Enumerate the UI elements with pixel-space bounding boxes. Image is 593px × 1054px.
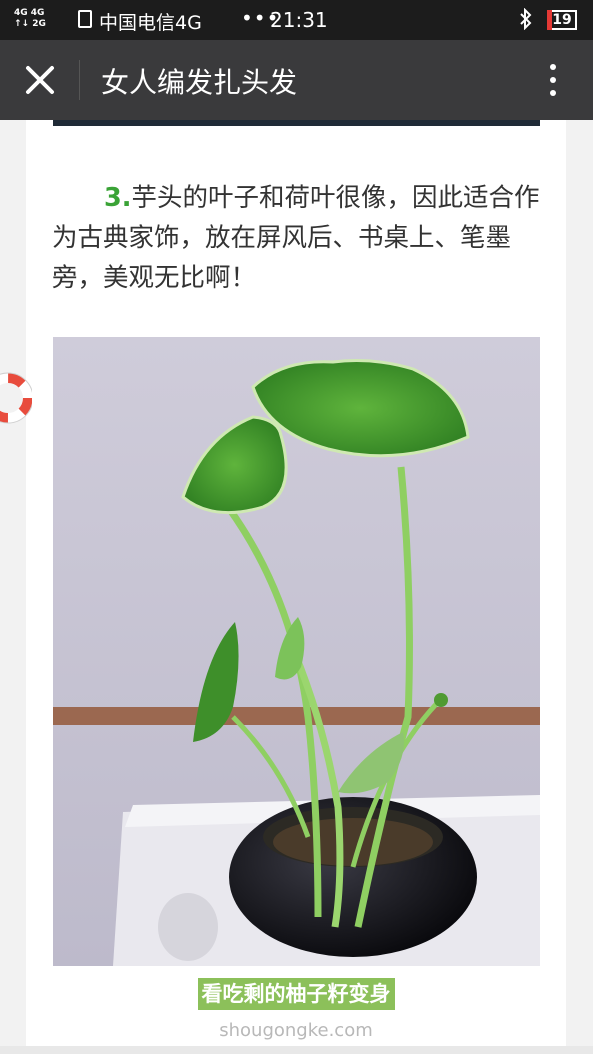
article-paragraph: 3.芋头的叶子和荷叶很像，因此适合作为古典家饰，放在屏风后、书桌上、笔墨旁，美观… — [52, 178, 542, 298]
title-bar: 女人编发扎头发 — [0, 40, 593, 120]
step-number: 3. — [104, 183, 132, 213]
network-type-bottom: ↑↓ 2G — [14, 19, 46, 29]
previous-image-edge — [53, 120, 540, 126]
carrier-name: 中国电信4G — [99, 12, 202, 34]
status-bar: 4G 4G ↑↓ 2G 中国电信4G ••• 21:31 19 — [0, 0, 593, 40]
title-divider — [79, 60, 80, 100]
page-bottom-edge — [0, 1046, 593, 1054]
page-title: 女人编发扎头发 — [101, 66, 298, 99]
close-button[interactable] — [18, 58, 62, 102]
life-buoy-button[interactable] — [0, 372, 34, 424]
bluetooth-icon — [518, 7, 534, 35]
article-content[interactable]: 3.芋头的叶子和荷叶很像，因此适合作为古典家饰，放在屏风后、书桌上、笔墨旁，美观… — [26, 120, 566, 1046]
caption-container: 看吃剩的柚子籽变身 — [26, 978, 566, 1010]
battery-icon: 19 — [547, 10, 577, 30]
battery-level: 19 — [552, 12, 572, 28]
signal-icon: 4G 4G ↑↓ 2G — [14, 8, 46, 30]
plant-photo[interactable] — [53, 337, 540, 966]
more-options-button[interactable] — [536, 60, 570, 100]
watermark: shougongke.com — [219, 1020, 373, 1041]
clock: 21:31 — [270, 8, 328, 32]
close-icon — [26, 66, 54, 94]
life-buoy-icon — [0, 372, 34, 424]
sim-icon — [78, 10, 92, 28]
network-type-top: 4G 4G — [14, 8, 45, 18]
image-caption: 看吃剩的柚子籽变身 — [197, 978, 395, 1010]
